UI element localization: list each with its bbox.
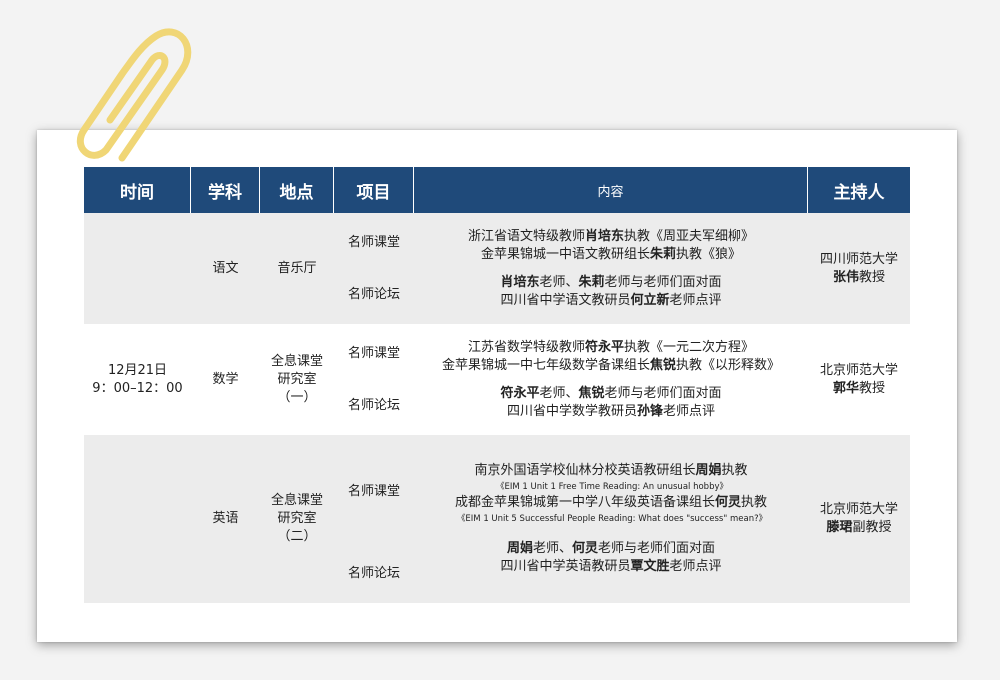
table-row: 英语 全息课堂 研究室 （二） 名师课堂 名师论坛 南京外国语学校仙林分校英语教… bbox=[84, 435, 910, 603]
host-org: 四川师范大学 bbox=[819, 251, 898, 267]
content-line: 四川省中学英语教研员覃文胜老师点评 bbox=[500, 559, 722, 574]
content-line: 金苹果锦城一中语文教研组长朱莉执教《狼》 bbox=[480, 246, 742, 262]
time-cell: 12月21日 9：00–12：00 bbox=[84, 324, 191, 435]
subject-cell: 英语 bbox=[191, 435, 260, 603]
time-cell-empty bbox=[84, 435, 191, 603]
header-host: 主持人 bbox=[808, 167, 910, 213]
table-row: 语文 音乐厅 名师课堂 名师论坛 浙江省语文特级教师肖培东执教《周亚夫军细柳》 … bbox=[84, 213, 910, 324]
host-cell: 北京师范大学 滕珺副教授 bbox=[808, 435, 910, 603]
content-cell: 浙江省语文特级教师肖培东执教《周亚夫军细柳》 金苹果锦城一中语文教研组长朱莉执教… bbox=[414, 213, 808, 324]
project-forum: 名师论坛 bbox=[347, 397, 400, 413]
place-cell: 音乐厅 bbox=[260, 213, 334, 324]
schedule-table: 时间 学科 地点 项目 内容 主持人 语文 音乐厅 名师课堂 名师论坛 浙江省语… bbox=[84, 167, 910, 603]
project-classroom: 名师课堂 bbox=[347, 234, 400, 250]
header-content: 内容 bbox=[414, 167, 808, 213]
content-cell: 南京外国语学校仙林分校英语教研组长周娟执教 《EIM 1 Unit 1 Free… bbox=[414, 435, 808, 603]
host-name: 郭华教授 bbox=[832, 380, 886, 396]
project-cell: 名师课堂 名师论坛 bbox=[334, 324, 414, 435]
host-cell: 四川师范大学 张伟教授 bbox=[808, 213, 910, 324]
table-row: 12月21日 9：00–12：00 数学 全息课堂 研究室 （一） 名师课堂 名… bbox=[84, 324, 910, 435]
content-line-small: 《EIM 1 Unit 5 Successful People Reading:… bbox=[456, 514, 768, 524]
header-subject: 学科 bbox=[191, 167, 260, 213]
table-header-row: 时间 学科 地点 项目 内容 主持人 bbox=[84, 167, 910, 213]
header-place: 地点 bbox=[260, 167, 334, 213]
header-time: 时间 bbox=[84, 167, 191, 213]
project-cell: 名师课堂 名师论坛 bbox=[334, 435, 414, 603]
place-line: 音乐厅 bbox=[277, 260, 317, 276]
content-line: 江苏省数学特级教师符永平执教《一元二次方程》 bbox=[467, 339, 755, 355]
host-name: 张伟教授 bbox=[832, 269, 886, 285]
time-cell-empty bbox=[84, 213, 191, 324]
host-org: 北京师范大学 bbox=[819, 502, 898, 517]
host-name: 滕珺副教授 bbox=[826, 520, 892, 535]
content-line: 周娟老师、何灵老师与老师们面对面 bbox=[506, 541, 716, 556]
date-text: 12月21日 bbox=[107, 362, 168, 378]
place-line: 研究室 bbox=[277, 511, 317, 526]
subject-cell: 数学 bbox=[191, 324, 260, 435]
paperclip-icon bbox=[76, 28, 192, 162]
subject-cell: 语文 bbox=[191, 213, 260, 324]
content-line: 成都金苹果锦城第一中学八年级英语备课组长何灵执教 bbox=[454, 495, 768, 510]
host-cell: 北京师范大学 郭华教授 bbox=[808, 324, 910, 435]
project-forum: 名师论坛 bbox=[347, 566, 400, 581]
content-line: 金苹果锦城一中七年级数学备课组长焦锐执教《以形释数》 bbox=[441, 357, 781, 373]
place-cell: 全息课堂 研究室 （一） bbox=[260, 324, 334, 435]
content-line: 四川省中学语文教研员何立新老师点评 bbox=[500, 292, 722, 308]
content-line: 四川省中学数学教研员孙锋老师点评 bbox=[506, 403, 716, 419]
place-line: 研究室 bbox=[277, 371, 317, 387]
place-cell: 全息课堂 研究室 （二） bbox=[260, 435, 334, 603]
content-cell: 江苏省数学特级教师符永平执教《一元二次方程》 金苹果锦城一中七年级数学备课组长焦… bbox=[414, 324, 808, 435]
place-line: 全息课堂 bbox=[270, 493, 323, 508]
project-classroom: 名师课堂 bbox=[347, 484, 400, 499]
place-line: 全息课堂 bbox=[270, 353, 323, 369]
project-cell: 名师课堂 名师论坛 bbox=[334, 213, 414, 324]
header-project: 项目 bbox=[334, 167, 414, 213]
content-line: 浙江省语文特级教师肖培东执教《周亚夫军细柳》 bbox=[467, 228, 755, 244]
host-org: 北京师范大学 bbox=[819, 362, 898, 378]
hours-text: 9：00–12：00 bbox=[92, 380, 183, 396]
place-line: （二） bbox=[277, 529, 317, 544]
project-classroom: 名师课堂 bbox=[347, 345, 400, 361]
place-line: （一） bbox=[277, 389, 317, 405]
project-forum: 名师论坛 bbox=[347, 286, 400, 302]
content-line: 南京外国语学校仙林分校英语教研组长周娟执教 bbox=[474, 463, 748, 478]
content-line: 肖培东老师、朱莉老师与老师们面对面 bbox=[500, 274, 722, 290]
content-line: 符永平老师、焦锐老师与老师们面对面 bbox=[500, 385, 722, 401]
content-line-small: 《EIM 1 Unit 1 Free Time Reading: An unus… bbox=[495, 482, 728, 492]
